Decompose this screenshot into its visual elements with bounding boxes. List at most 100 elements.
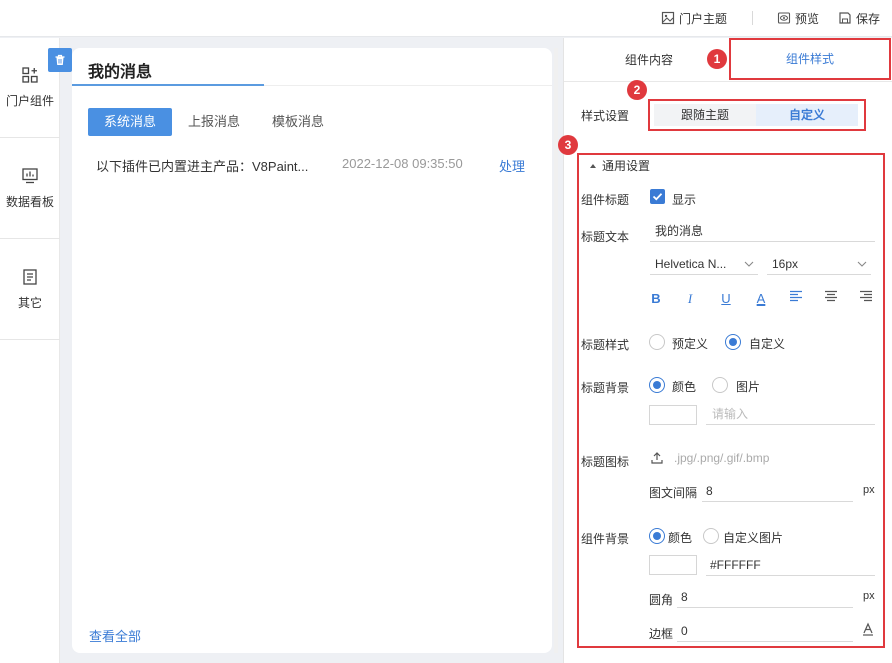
section-title: 通用设置 (602, 159, 651, 173)
radius-label: 圆角 (649, 593, 674, 607)
font-family-select[interactable]: Helvetica N... (650, 253, 758, 275)
nav-label-other: 其它 (17, 296, 42, 310)
tab-component-style[interactable]: 组件样式 (729, 38, 891, 80)
title-style-label: 标题样式 (581, 338, 630, 352)
align-right-icon[interactable] (858, 290, 874, 305)
show-title-checkbox[interactable] (650, 189, 665, 204)
preview-button[interactable]: 预览 (777, 10, 819, 26)
top-bar: 门户主题 预览 保存 (0, 0, 892, 37)
border-color-icon[interactable] (862, 622, 874, 639)
preview-label: 预览 (795, 11, 820, 26)
title-bg-color-radio[interactable] (649, 377, 665, 393)
show-label: 显示 (672, 193, 697, 207)
message-text: 以下插件已内置进主产品：V8Paint... (96, 159, 309, 174)
radius-input[interactable]: 8 (677, 586, 853, 608)
collapse-triangle-icon (590, 163, 596, 168)
left-nav: 门户组件 数据看板 其它 (0, 38, 60, 663)
general-settings-header[interactable]: 通用设置 (589, 157, 650, 174)
component-bg-image-label: 自定义图片 (723, 531, 784, 545)
handle-link[interactable]: 处理 (499, 156, 525, 175)
style-setting-label: 样式设置 (581, 109, 630, 123)
border-label: 边框 (649, 627, 674, 641)
message-tabs: 系统消息 上报消息 模板消息 (88, 108, 340, 136)
title-divider (264, 85, 552, 86)
custom-option[interactable]: 自定义 (756, 104, 858, 126)
title-text-label: 标题文本 (581, 230, 630, 244)
underline-icon[interactable]: U (718, 291, 734, 306)
step-badge-1: 1 (707, 49, 727, 69)
portal-theme-label: 门户主题 (679, 11, 728, 26)
component-bg-color-radio[interactable] (649, 528, 665, 544)
save-button[interactable]: 保存 (838, 10, 880, 26)
font-color-icon[interactable]: A (753, 291, 769, 306)
title-bg-color-swatch[interactable] (649, 405, 697, 425)
view-all-link[interactable]: 查看全部 (89, 626, 141, 645)
upload-icon (651, 452, 663, 464)
custom-title-style-label: 自定义 (749, 337, 786, 351)
custom-title-style-radio[interactable] (725, 334, 741, 350)
delete-button[interactable] (48, 48, 72, 72)
eye-icon (777, 12, 791, 24)
border-input[interactable]: 0 (677, 620, 853, 642)
title-text-input[interactable]: 我的消息 (650, 220, 875, 242)
title-bg-image-label: 图片 (736, 380, 761, 394)
component-bg-image-radio[interactable] (703, 528, 719, 544)
panel-tabs: 组件内容 组件样式 (564, 38, 892, 82)
upload-icon-button[interactable]: .jpg/.png/.gif/.bmp (650, 451, 769, 465)
title-bg-image-radio[interactable] (712, 377, 728, 393)
title-icon-label: 标题图标 (581, 455, 630, 469)
font-size-select[interactable]: 16px (767, 253, 871, 275)
align-center-icon[interactable] (823, 290, 839, 305)
title-underline (72, 84, 264, 86)
message-time: 2022-12-08 09:35:50 (342, 156, 463, 171)
component-bg-color-input[interactable]: #FFFFFF (706, 554, 875, 576)
checkmark-icon (652, 193, 663, 201)
chevron-down-icon (857, 261, 867, 267)
nav-label-data-dashboard: 数据看板 (5, 195, 54, 209)
canvas-area: 我的消息 系统消息 上报消息 模板消息 以下插件已内置进主产品：V8Paint.… (60, 38, 563, 663)
list-item[interactable]: 以下插件已内置进主产品：V8Paint... 2022-12-08 09:35:… (96, 156, 536, 174)
document-icon (23, 269, 37, 285)
font-family-value: Helvetica N... (655, 257, 727, 271)
nav-item-other[interactable]: 其它 (0, 240, 60, 340)
widgets-icon (22, 67, 38, 83)
upload-format-hint: .jpg/.png/.gif/.bmp (674, 451, 770, 465)
title-bg-color-label: 颜色 (672, 380, 697, 394)
component-bg-color-swatch[interactable] (649, 555, 697, 575)
text-gap-label: 图文间隔 (649, 486, 698, 500)
theme-image-icon (661, 11, 675, 25)
save-icon (839, 12, 851, 24)
message-widget[interactable]: 我的消息 系统消息 上报消息 模板消息 以下插件已内置进主产品：V8Paint.… (72, 48, 552, 653)
trash-icon (55, 54, 65, 65)
title-bg-color-input[interactable]: 请输入 (706, 403, 875, 425)
portal-theme-button[interactable]: 门户主题 (661, 10, 727, 26)
tab-template-messages[interactable]: 模板消息 (256, 108, 340, 136)
save-label: 保存 (856, 11, 881, 26)
step-badge-2: 2 (627, 80, 647, 100)
italic-icon[interactable]: I (682, 291, 698, 307)
nav-item-data-dashboard[interactable]: 数据看板 (0, 139, 60, 239)
component-bg-color-label: 颜色 (668, 531, 693, 545)
nav-label-portal-components: 门户组件 (5, 94, 54, 108)
bold-icon[interactable]: B (648, 291, 664, 306)
follow-theme-option[interactable]: 跟随主题 (654, 104, 756, 126)
text-gap-unit: px (863, 484, 875, 496)
dashboard-icon (22, 168, 38, 184)
tab-component-content[interactable]: 组件内容 (584, 38, 714, 82)
text-gap-input[interactable]: 8 (702, 480, 853, 502)
widget-title: 我的消息 (88, 64, 153, 81)
component-bg-label: 组件背景 (581, 532, 630, 546)
align-left-icon[interactable] (788, 290, 804, 305)
component-title-label: 组件标题 (581, 193, 630, 207)
font-size-value: 16px (772, 257, 799, 271)
style-mode-toggle: 跟随主题 自定义 (648, 99, 866, 131)
style-panel: 组件内容 组件样式 1 样式设置 2 跟随主题 自定义 3 通用设置 组件标题 … (558, 38, 892, 663)
tab-system-messages[interactable]: 系统消息 (88, 108, 173, 136)
predefined-radio[interactable] (649, 334, 665, 350)
title-bg-label: 标题背景 (581, 381, 630, 395)
predefined-label: 预定义 (672, 337, 709, 351)
toolbar-divider (752, 11, 753, 25)
scrollbar[interactable] (554, 48, 558, 653)
radius-unit: px (863, 590, 875, 602)
tab-reported-messages[interactable]: 上报消息 (172, 108, 256, 136)
